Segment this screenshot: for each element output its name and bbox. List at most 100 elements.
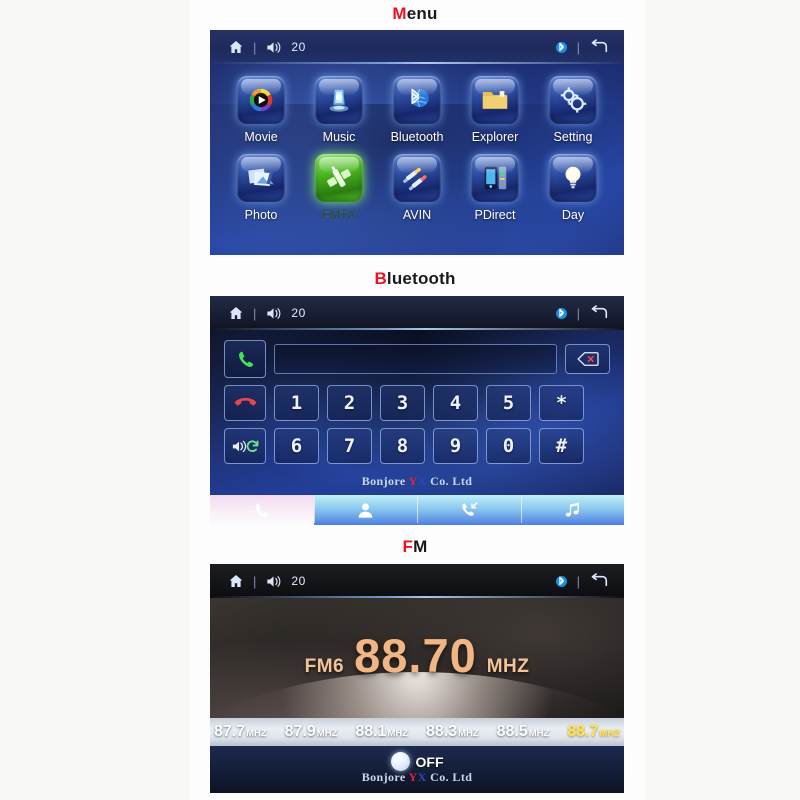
app-pdirect[interactable]: PDirect: [458, 154, 532, 222]
statusbar-left-group: | 20: [210, 305, 306, 321]
menu-title-highlight: M: [392, 4, 407, 23]
preset-value: 88.3: [425, 723, 458, 740]
bluetooth-screen: | 20 | 1 2 3 4 5 * 6 7 8 9 0 # Bonjore Y…: [210, 296, 624, 525]
dialpad-key-2[interactable]: 2: [327, 385, 372, 421]
dialpad-key-4[interactable]: 4: [433, 385, 478, 421]
home-icon[interactable]: [228, 39, 244, 55]
fm-bottom-bar: OFF Bonjore YX Co. Ltd: [210, 746, 624, 793]
movie-play-icon: [237, 76, 285, 124]
back-arrow-icon[interactable]: [589, 573, 608, 589]
menu-grid-row-2: Photo FMTX AVIN PDirect Day: [224, 154, 610, 222]
app-bluetooth[interactable]: Bluetooth: [380, 76, 454, 144]
menu-grid: Movie Music Bluetooth Explorer Setting P…: [210, 64, 624, 222]
preset-value: 87.9: [284, 723, 316, 740]
audio-transfer-button[interactable]: [224, 428, 266, 464]
bluetooth-tabbar: [210, 495, 624, 525]
app-movie[interactable]: Movie: [224, 76, 298, 144]
speaker-icon[interactable]: [265, 574, 282, 589]
back-arrow-icon[interactable]: [589, 305, 608, 321]
avin-plugs-icon: [393, 154, 441, 202]
call-green-icon: [235, 349, 256, 370]
dialpad-key-8[interactable]: 8: [380, 428, 425, 464]
audio-transfer-icon: [231, 439, 259, 454]
speaker-icon[interactable]: [265, 306, 282, 321]
statusbar-divider-1: |: [253, 573, 257, 589]
tab-contacts[interactable]: [313, 495, 417, 525]
dialpad-key-9[interactable]: 9: [433, 428, 478, 464]
bluetooth-icon[interactable]: [555, 40, 568, 55]
fm-frequency-value: 88.70: [354, 629, 477, 682]
app-music[interactable]: Music: [302, 76, 376, 144]
fm-preset-1[interactable]: 87.7 MHZ: [214, 723, 267, 741]
tab-music[interactable]: [520, 495, 624, 525]
menu-grid-row-1: Movie Music Bluetooth Explorer Setting: [224, 76, 610, 144]
dialpad-key-0[interactable]: 0: [486, 428, 531, 464]
fm-preset-5[interactable]: 88.5 MHZ: [497, 723, 550, 741]
statusbar-left-group: | 20: [210, 39, 306, 55]
fm-preset-3[interactable]: 88.1 MHZ: [355, 723, 408, 741]
app-label: AVIN: [402, 208, 432, 222]
bluetooth-icon[interactable]: [555, 574, 568, 589]
menu-title-rest: enu: [406, 4, 438, 23]
watermark-post: Co. Ltd: [430, 770, 473, 784]
dialpad-key-7[interactable]: 7: [327, 428, 372, 464]
fm-preset-list: 87.7 MHZ 87.9 MHZ 88.1 MHZ 88.3 MHZ 88.5 MHZ …: [210, 718, 624, 746]
app-label: Photo: [244, 208, 278, 222]
dialpad-key-star[interactable]: *: [539, 385, 584, 421]
photo-icon: [237, 154, 285, 202]
dialpad-key-hash[interactable]: #: [539, 428, 584, 464]
watermark-pre: Bonjore: [361, 770, 406, 784]
fm-preset-4[interactable]: 88.3 MHZ: [426, 723, 479, 741]
power-toggle-icon: [390, 752, 410, 771]
app-day[interactable]: Day: [536, 154, 610, 222]
volume-level: 20: [291, 306, 306, 320]
home-icon[interactable]: [228, 573, 244, 589]
dialpad-key-1[interactable]: 1: [274, 385, 319, 421]
bluetooth-dialer-body: 1 2 3 4 5 * 6 7 8 9 0 # Bonjore YX Co. L…: [210, 330, 624, 525]
app-photo[interactable]: Photo: [224, 154, 298, 222]
fm-preset-2[interactable]: 87.9 MHZ: [285, 723, 338, 741]
tab-dialpad[interactable]: [210, 495, 314, 525]
hangup-button[interactable]: [224, 385, 266, 421]
tab-call-history[interactable]: [417, 495, 521, 525]
preset-value: 88.5: [496, 723, 528, 740]
watermark-y: Y: [408, 770, 418, 784]
fm-preset-6[interactable]: 88.7 MHZ: [567, 723, 620, 741]
backspace-button[interactable]: [565, 344, 610, 374]
menu-app-grid-body: Movie Music Bluetooth Explorer Setting P…: [210, 64, 624, 255]
app-setting[interactable]: Setting: [536, 76, 610, 144]
app-fmtx[interactable]: FMTX: [302, 154, 376, 222]
watermark-pre: Bonjore: [361, 474, 406, 488]
statusbar-left-group: | 20: [210, 573, 306, 589]
bluetooth-statusbar: | 20 |: [210, 296, 624, 330]
watermark-x: X: [417, 770, 427, 784]
watermark-fm: Bonjore YX Co. Ltd: [210, 770, 624, 785]
statusbar-divider-2: |: [576, 39, 580, 55]
bluetooth-icon[interactable]: [555, 306, 568, 321]
call-button[interactable]: [224, 340, 266, 378]
app-label: Day: [561, 208, 585, 222]
fm-title-rest: M: [413, 537, 428, 556]
fm-statusbar: | 20 |: [210, 564, 624, 598]
app-label: Explorer: [471, 130, 519, 144]
app-explorer[interactable]: Explorer: [458, 76, 532, 144]
app-label: Bluetooth: [390, 130, 444, 144]
app-label: FMTX: [321, 208, 357, 222]
fm-power-toggle[interactable]: OFF: [210, 752, 624, 771]
fm-frequency-display: FM6 88.70 MHZ: [210, 632, 624, 679]
app-label: Music: [322, 130, 356, 144]
dial-number-input[interactable]: [274, 344, 557, 374]
menu-statusbar: | 20 |: [210, 30, 624, 64]
dialpad-key-5[interactable]: 5: [486, 385, 531, 421]
preset-unit: MHZ: [458, 728, 479, 739]
back-arrow-icon[interactable]: [589, 39, 608, 55]
phone-handset-icon: [252, 501, 271, 520]
dialpad-key-3[interactable]: 3: [380, 385, 425, 421]
dialpad-key-6[interactable]: 6: [274, 428, 319, 464]
page-root: Menu | 20 | Movie Music Bluetooth Explor…: [0, 0, 800, 800]
app-avin[interactable]: AVIN: [380, 154, 454, 222]
speaker-icon[interactable]: [265, 40, 282, 55]
statusbar-right-group: |: [555, 573, 624, 589]
home-icon[interactable]: [228, 305, 244, 321]
fm-screen: | 20 | FM6 88.70 MHZ 87.7 MHZ 87.9 MHZ 8…: [210, 564, 624, 793]
